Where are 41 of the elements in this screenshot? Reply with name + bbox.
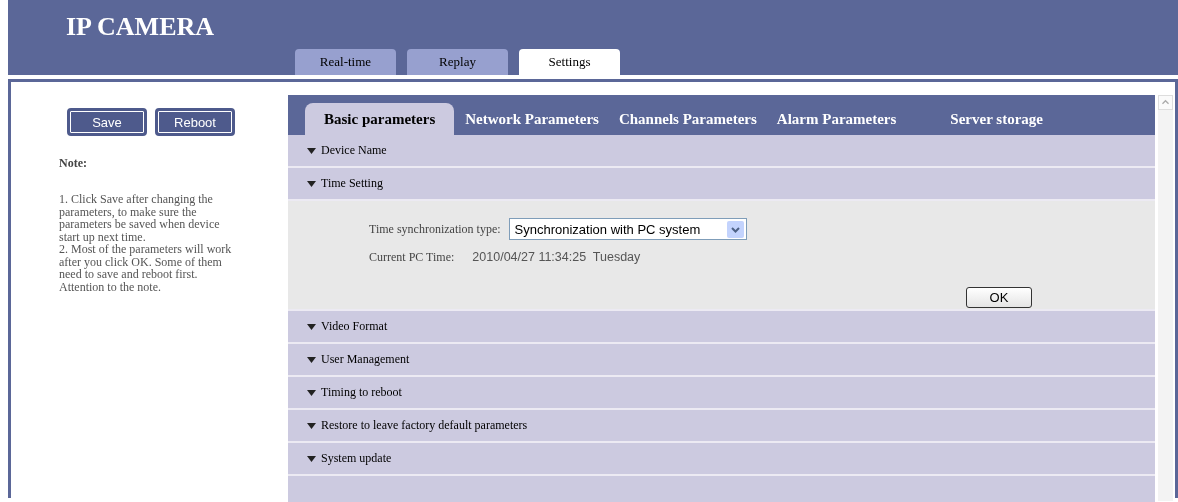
section-header[interactable]: Restore to leave factory default parameters [288,410,1155,443]
section-title: Device Name [321,143,387,158]
section-title: Restore to leave factory default parameters [321,418,528,433]
parameter-tab[interactable]: Alarm Parameters [767,103,906,135]
section-header[interactable]: User Management [288,344,1155,377]
section-title: Video Format [321,319,388,334]
section-header[interactable]: Video Format [288,311,1155,344]
field-label: Time synchronization type: [369,221,501,237]
expand-arrow-icon [307,389,316,396]
expand-arrow-icon [307,180,316,187]
section-title: Time Setting [321,176,383,191]
parameter-tab[interactable]: Server storage [941,103,1052,135]
expand-arrow-icon [307,356,316,363]
nav-tab[interactable]: Real-time [295,49,396,75]
scrollbar[interactable] [1158,95,1173,501]
sync-type-dropdown[interactable]: Synchronization with PC system [508,218,747,240]
parameter-tab[interactable]: Network Parameters [456,103,608,135]
expand-arrow-icon [307,147,316,154]
note-text: 2. Most of the parameters will work after you click OK. Some of them need to save and reboot first. Attention to the note. [59,243,233,293]
nav-tab[interactable]: Settings [519,49,620,75]
parameter-tab[interactable]: Basic parameters [305,103,455,135]
expand-arrow-icon [307,323,316,330]
expand-arrow-icon [307,422,316,429]
section-header[interactable]: System update [288,443,1155,476]
section-title: Timing to reboot [321,385,402,400]
save-button[interactable]: Save [67,108,147,136]
expand-arrow-icon [307,455,316,462]
parameter-tab[interactable]: Channels Parameters [609,103,766,135]
section-header[interactable]: Timing to reboot [288,377,1155,410]
section-header[interactable]: Device Name [288,135,1155,168]
app-title: IP CAMERA [66,12,215,42]
nav-tab[interactable]: Replay [407,49,508,75]
section-title: User Management [321,352,410,367]
reboot-button[interactable]: Reboot [155,108,235,136]
ok-button[interactable]: OK [966,287,1032,308]
scroll-up-icon[interactable] [1158,95,1173,110]
current-time: 2010/04/27 11:34:25 Tuesday [472,250,641,265]
section-title: System update [321,451,392,466]
note-text: 1. Click Save after changing the parameters, to make sure the parameters be saved when device start up next time. [59,193,221,243]
field-label: Current PC Time: [369,250,455,265]
note-heading: Note: [59,156,88,171]
